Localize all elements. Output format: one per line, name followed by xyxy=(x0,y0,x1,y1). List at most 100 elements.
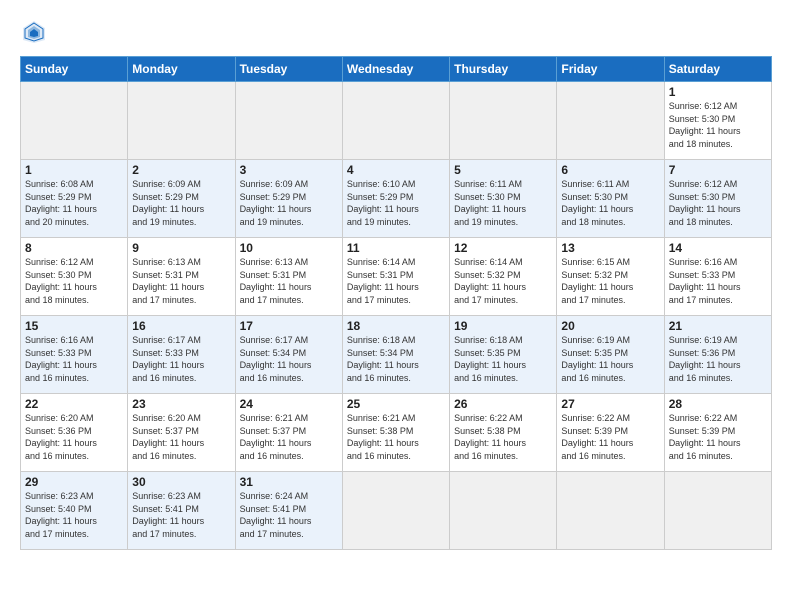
calendar-cell: 28Sunrise: 6:22 AMSunset: 5:39 PMDayligh… xyxy=(664,394,771,472)
day-info: Sunrise: 6:11 AMSunset: 5:30 PMDaylight:… xyxy=(561,178,659,228)
calendar-cell xyxy=(21,82,128,160)
calendar-header-row: SundayMondayTuesdayWednesdayThursdayFrid… xyxy=(21,57,772,82)
calendar-cell: 16Sunrise: 6:17 AMSunset: 5:33 PMDayligh… xyxy=(128,316,235,394)
calendar-cell: 31Sunrise: 6:24 AMSunset: 5:41 PMDayligh… xyxy=(235,472,342,550)
day-info: Sunrise: 6:09 AMSunset: 5:29 PMDaylight:… xyxy=(240,178,338,228)
calendar-cell: 5Sunrise: 6:11 AMSunset: 5:30 PMDaylight… xyxy=(450,160,557,238)
day-info: Sunrise: 6:12 AMSunset: 5:30 PMDaylight:… xyxy=(669,100,767,150)
calendar-cell: 7Sunrise: 6:12 AMSunset: 5:30 PMDaylight… xyxy=(664,160,771,238)
day-info: Sunrise: 6:23 AMSunset: 5:41 PMDaylight:… xyxy=(132,490,230,540)
day-info: Sunrise: 6:18 AMSunset: 5:35 PMDaylight:… xyxy=(454,334,552,384)
day-number: 5 xyxy=(454,163,552,177)
day-number: 27 xyxy=(561,397,659,411)
day-number: 26 xyxy=(454,397,552,411)
calendar-cell: 10Sunrise: 6:13 AMSunset: 5:31 PMDayligh… xyxy=(235,238,342,316)
day-info: Sunrise: 6:21 AMSunset: 5:38 PMDaylight:… xyxy=(347,412,445,462)
day-number: 16 xyxy=(132,319,230,333)
day-info: Sunrise: 6:18 AMSunset: 5:34 PMDaylight:… xyxy=(347,334,445,384)
day-info: Sunrise: 6:12 AMSunset: 5:30 PMDaylight:… xyxy=(25,256,123,306)
day-info: Sunrise: 6:12 AMSunset: 5:30 PMDaylight:… xyxy=(669,178,767,228)
calendar-cell: 3Sunrise: 6:09 AMSunset: 5:29 PMDaylight… xyxy=(235,160,342,238)
calendar-week-row: 8Sunrise: 6:12 AMSunset: 5:30 PMDaylight… xyxy=(21,238,772,316)
day-number: 1 xyxy=(25,163,123,177)
day-number: 25 xyxy=(347,397,445,411)
day-number: 14 xyxy=(669,241,767,255)
day-number: 4 xyxy=(347,163,445,177)
day-info: Sunrise: 6:20 AMSunset: 5:36 PMDaylight:… xyxy=(25,412,123,462)
day-number: 20 xyxy=(561,319,659,333)
day-info: Sunrise: 6:09 AMSunset: 5:29 PMDaylight:… xyxy=(132,178,230,228)
day-info: Sunrise: 6:16 AMSunset: 5:33 PMDaylight:… xyxy=(25,334,123,384)
page: SundayMondayTuesdayWednesdayThursdayFrid… xyxy=(0,0,792,612)
calendar-cell: 21Sunrise: 6:19 AMSunset: 5:36 PMDayligh… xyxy=(664,316,771,394)
day-number: 12 xyxy=(454,241,552,255)
day-info: Sunrise: 6:24 AMSunset: 5:41 PMDaylight:… xyxy=(240,490,338,540)
day-number: 3 xyxy=(240,163,338,177)
day-number: 29 xyxy=(25,475,123,489)
day-info: Sunrise: 6:13 AMSunset: 5:31 PMDaylight:… xyxy=(132,256,230,306)
calendar-cell: 4Sunrise: 6:10 AMSunset: 5:29 PMDaylight… xyxy=(342,160,449,238)
calendar-cell: 8Sunrise: 6:12 AMSunset: 5:30 PMDaylight… xyxy=(21,238,128,316)
day-number: 7 xyxy=(669,163,767,177)
calendar-cell xyxy=(342,472,449,550)
calendar-header-wednesday: Wednesday xyxy=(342,57,449,82)
calendar-header-friday: Friday xyxy=(557,57,664,82)
day-number: 18 xyxy=(347,319,445,333)
day-number: 22 xyxy=(25,397,123,411)
calendar-cell: 9Sunrise: 6:13 AMSunset: 5:31 PMDaylight… xyxy=(128,238,235,316)
day-number: 30 xyxy=(132,475,230,489)
calendar-table: SundayMondayTuesdayWednesdayThursdayFrid… xyxy=(20,56,772,550)
day-info: Sunrise: 6:14 AMSunset: 5:31 PMDaylight:… xyxy=(347,256,445,306)
calendar-cell xyxy=(128,82,235,160)
day-info: Sunrise: 6:10 AMSunset: 5:29 PMDaylight:… xyxy=(347,178,445,228)
calendar-cell: 23Sunrise: 6:20 AMSunset: 5:37 PMDayligh… xyxy=(128,394,235,472)
day-info: Sunrise: 6:22 AMSunset: 5:39 PMDaylight:… xyxy=(669,412,767,462)
calendar-week-row: 22Sunrise: 6:20 AMSunset: 5:36 PMDayligh… xyxy=(21,394,772,472)
calendar-cell: 1Sunrise: 6:12 AMSunset: 5:30 PMDaylight… xyxy=(664,82,771,160)
day-info: Sunrise: 6:22 AMSunset: 5:38 PMDaylight:… xyxy=(454,412,552,462)
day-info: Sunrise: 6:17 AMSunset: 5:34 PMDaylight:… xyxy=(240,334,338,384)
logo xyxy=(20,18,52,46)
calendar-cell: 1Sunrise: 6:08 AMSunset: 5:29 PMDaylight… xyxy=(21,160,128,238)
day-info: Sunrise: 6:20 AMSunset: 5:37 PMDaylight:… xyxy=(132,412,230,462)
day-info: Sunrise: 6:15 AMSunset: 5:32 PMDaylight:… xyxy=(561,256,659,306)
day-number: 8 xyxy=(25,241,123,255)
calendar-cell: 27Sunrise: 6:22 AMSunset: 5:39 PMDayligh… xyxy=(557,394,664,472)
day-number: 9 xyxy=(132,241,230,255)
day-info: Sunrise: 6:19 AMSunset: 5:36 PMDaylight:… xyxy=(669,334,767,384)
day-number: 19 xyxy=(454,319,552,333)
day-info: Sunrise: 6:11 AMSunset: 5:30 PMDaylight:… xyxy=(454,178,552,228)
calendar-header-tuesday: Tuesday xyxy=(235,57,342,82)
day-number: 31 xyxy=(240,475,338,489)
day-info: Sunrise: 6:16 AMSunset: 5:33 PMDaylight:… xyxy=(669,256,767,306)
day-number: 2 xyxy=(132,163,230,177)
day-info: Sunrise: 6:14 AMSunset: 5:32 PMDaylight:… xyxy=(454,256,552,306)
calendar-cell: 15Sunrise: 6:16 AMSunset: 5:33 PMDayligh… xyxy=(21,316,128,394)
day-info: Sunrise: 6:19 AMSunset: 5:35 PMDaylight:… xyxy=(561,334,659,384)
calendar-cell: 29Sunrise: 6:23 AMSunset: 5:40 PMDayligh… xyxy=(21,472,128,550)
calendar-cell: 26Sunrise: 6:22 AMSunset: 5:38 PMDayligh… xyxy=(450,394,557,472)
calendar-cell: 19Sunrise: 6:18 AMSunset: 5:35 PMDayligh… xyxy=(450,316,557,394)
day-number: 28 xyxy=(669,397,767,411)
day-number: 15 xyxy=(25,319,123,333)
day-info: Sunrise: 6:22 AMSunset: 5:39 PMDaylight:… xyxy=(561,412,659,462)
calendar-cell: 13Sunrise: 6:15 AMSunset: 5:32 PMDayligh… xyxy=(557,238,664,316)
day-number: 17 xyxy=(240,319,338,333)
day-number: 23 xyxy=(132,397,230,411)
calendar-cell: 6Sunrise: 6:11 AMSunset: 5:30 PMDaylight… xyxy=(557,160,664,238)
day-number: 10 xyxy=(240,241,338,255)
calendar-cell: 22Sunrise: 6:20 AMSunset: 5:36 PMDayligh… xyxy=(21,394,128,472)
calendar-cell: 24Sunrise: 6:21 AMSunset: 5:37 PMDayligh… xyxy=(235,394,342,472)
calendar-cell xyxy=(664,472,771,550)
calendar-cell: 17Sunrise: 6:17 AMSunset: 5:34 PMDayligh… xyxy=(235,316,342,394)
day-info: Sunrise: 6:21 AMSunset: 5:37 PMDaylight:… xyxy=(240,412,338,462)
day-info: Sunrise: 6:23 AMSunset: 5:40 PMDaylight:… xyxy=(25,490,123,540)
calendar-cell: 30Sunrise: 6:23 AMSunset: 5:41 PMDayligh… xyxy=(128,472,235,550)
calendar-cell xyxy=(450,82,557,160)
calendar-header-monday: Monday xyxy=(128,57,235,82)
logo-icon xyxy=(20,18,48,46)
day-number: 21 xyxy=(669,319,767,333)
day-number: 11 xyxy=(347,241,445,255)
calendar-week-row: 29Sunrise: 6:23 AMSunset: 5:40 PMDayligh… xyxy=(21,472,772,550)
calendar-cell xyxy=(557,472,664,550)
